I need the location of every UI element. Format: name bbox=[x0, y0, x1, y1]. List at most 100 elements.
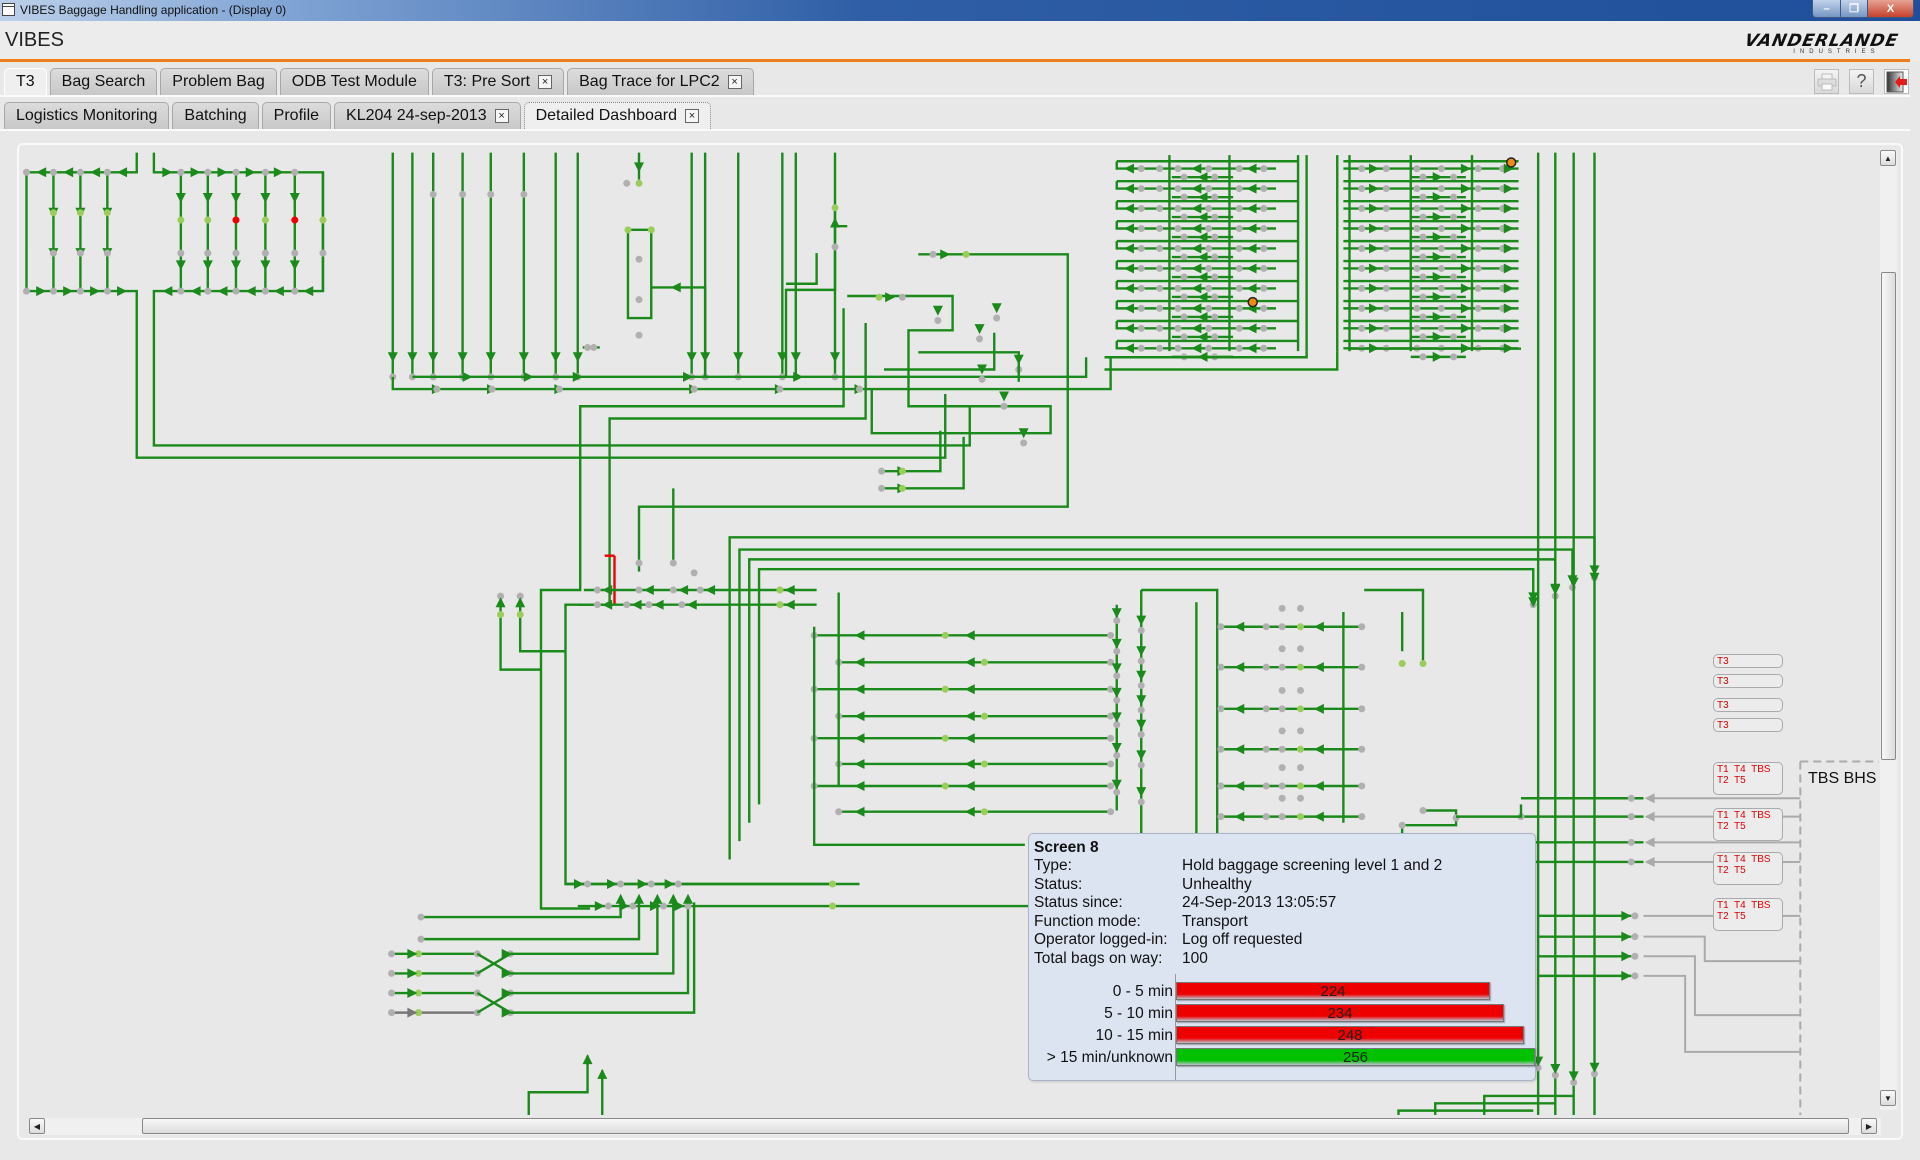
conveyor-node-idle[interactable] bbox=[1437, 205, 1445, 213]
conveyor-node-idle[interactable] bbox=[23, 287, 30, 295]
conveyor-node-idle[interactable] bbox=[1235, 205, 1243, 213]
conveyor-node-idle[interactable] bbox=[1174, 185, 1182, 193]
tab-detailed-dashboard[interactable]: Detailed Dashboard × bbox=[523, 102, 712, 129]
conveyor-node-idle[interactable] bbox=[1358, 205, 1366, 213]
conveyor-line[interactable] bbox=[1456, 804, 1523, 818]
conveyor-node-idle[interactable] bbox=[647, 880, 655, 888]
conveyor-node-idle[interactable] bbox=[1262, 705, 1270, 713]
conveyor-node-idle[interactable] bbox=[1211, 233, 1219, 241]
conveyor-node-idle[interactable] bbox=[1180, 313, 1188, 321]
conveyor-node-idle[interactable] bbox=[1235, 304, 1243, 312]
conveyor-node-idle[interactable] bbox=[1450, 353, 1458, 361]
conveyor-node-idle[interactable] bbox=[1297, 604, 1304, 612]
conveyor-node-idle[interactable] bbox=[177, 249, 185, 257]
conveyor-node-idle[interactable] bbox=[1235, 284, 1243, 292]
conveyor-node-idle[interactable] bbox=[488, 385, 496, 393]
conveyor-node-idle[interactable] bbox=[1260, 205, 1268, 213]
conveyor-node-idle[interactable] bbox=[1180, 333, 1188, 341]
conveyor-node-active[interactable] bbox=[177, 216, 185, 224]
conveyor-node-idle[interactable] bbox=[103, 168, 111, 176]
conveyor-node-idle[interactable] bbox=[1398, 821, 1406, 829]
conveyor-line[interactable] bbox=[25, 152, 947, 459]
tbs-link-line[interactable] bbox=[1643, 974, 1801, 1053]
conveyor-node-idle[interactable] bbox=[1382, 244, 1390, 252]
conveyor-node-idle[interactable] bbox=[635, 255, 643, 263]
conveyor-node-idle[interactable] bbox=[1137, 225, 1145, 233]
conveyor-node-idle[interactable] bbox=[623, 179, 631, 187]
conveyor-node-idle[interactable] bbox=[1474, 304, 1482, 312]
conveyor-node-idle[interactable] bbox=[1413, 205, 1421, 213]
conveyor-node-error[interactable] bbox=[232, 216, 240, 224]
conveyor-node-idle[interactable] bbox=[1137, 344, 1145, 352]
exit-button[interactable] bbox=[1884, 69, 1909, 94]
conveyor-line[interactable] bbox=[152, 152, 971, 447]
conveyor-node-idle[interactable] bbox=[934, 317, 942, 324]
conveyor-node-idle[interactable] bbox=[1450, 313, 1458, 321]
conveyor-node-idle[interactable] bbox=[669, 559, 677, 567]
tab-batching[interactable]: Batching bbox=[172, 102, 259, 129]
conveyor-node-idle[interactable] bbox=[1217, 623, 1225, 631]
conveyor-node-idle[interactable] bbox=[1156, 225, 1164, 233]
conveyor-node-idle[interactable] bbox=[1437, 244, 1445, 252]
conveyor-node-idle[interactable] bbox=[690, 385, 698, 393]
conveyor-node-idle[interactable] bbox=[1413, 324, 1421, 332]
conveyor-node-idle[interactable] bbox=[1419, 333, 1427, 341]
conveyor-node-idle[interactable] bbox=[1137, 244, 1145, 252]
conveyor-node-idle[interactable] bbox=[1382, 264, 1390, 272]
conveyor-node-idle[interactable] bbox=[623, 601, 631, 609]
conveyor-node-idle[interactable] bbox=[1278, 794, 1286, 802]
conveyor-node-idle[interactable] bbox=[23, 168, 30, 176]
conveyor-node-idle[interactable] bbox=[1474, 244, 1482, 252]
conveyor-node-idle[interactable] bbox=[1137, 185, 1145, 193]
conveyor-line[interactable] bbox=[784, 207, 837, 377]
conveyor-node-idle[interactable] bbox=[1278, 764, 1286, 772]
conveyor-node-active[interactable] bbox=[980, 658, 988, 666]
conveyor-node-idle[interactable] bbox=[593, 601, 601, 609]
conveyor-line[interactable] bbox=[391, 357, 1112, 391]
conveyor-line[interactable] bbox=[748, 558, 1557, 823]
conveyor-node-idle[interactable] bbox=[1474, 225, 1482, 233]
conveyor-node-alert[interactable] bbox=[1247, 296, 1258, 308]
conveyor-node-idle[interactable] bbox=[1358, 284, 1366, 292]
conveyor-node-idle[interactable] bbox=[1358, 304, 1366, 312]
conveyor-node-idle[interactable] bbox=[898, 293, 906, 301]
conveyor-node-idle[interactable] bbox=[1413, 185, 1421, 193]
conveyor-node-idle[interactable] bbox=[1217, 813, 1225, 821]
conveyor-node-idle[interactable] bbox=[1450, 293, 1458, 301]
conveyor-node-idle[interactable] bbox=[1174, 284, 1182, 292]
conveyor-node-idle[interactable] bbox=[993, 314, 1001, 322]
conveyor-node-idle[interactable] bbox=[1174, 244, 1182, 252]
conveyor-node-idle[interactable] bbox=[776, 385, 784, 393]
conveyor-node-idle[interactable] bbox=[1235, 324, 1243, 332]
conveyor-node-idle[interactable] bbox=[1297, 645, 1304, 653]
close-tab-icon[interactable]: × bbox=[685, 109, 700, 123]
conveyor-node-idle[interactable] bbox=[1452, 814, 1460, 822]
conveyor-node-idle[interactable] bbox=[1278, 813, 1286, 821]
conveyor-node-idle[interactable] bbox=[1205, 344, 1213, 352]
conveyor-node-idle[interactable] bbox=[1450, 253, 1458, 261]
conveyor-node-idle[interactable] bbox=[584, 343, 592, 351]
conveyor-node-active[interactable] bbox=[497, 611, 505, 618]
conveyor-node-idle[interactable] bbox=[1174, 225, 1182, 233]
conveyor-node-idle[interactable] bbox=[1137, 706, 1145, 714]
conveyor-node-idle[interactable] bbox=[1235, 225, 1243, 233]
conveyor-node-idle[interactable] bbox=[878, 467, 886, 475]
restore-button[interactable]: ❐ bbox=[1840, 0, 1867, 17]
conveyor-node-idle[interactable] bbox=[1174, 304, 1182, 312]
conveyor-node-idle[interactable] bbox=[696, 586, 704, 594]
conveyor-node-idle[interactable] bbox=[388, 1009, 396, 1017]
conveyor-node-active[interactable] bbox=[941, 685, 949, 693]
conveyor-node-idle[interactable] bbox=[1297, 794, 1304, 802]
conveyor-node-idle[interactable] bbox=[291, 287, 299, 295]
conveyor-node-active[interactable] bbox=[1419, 660, 1427, 667]
conveyor-node-idle[interactable] bbox=[1211, 253, 1219, 261]
conveyor-node-idle[interactable] bbox=[1419, 233, 1427, 241]
conveyor-node-idle[interactable] bbox=[1358, 244, 1366, 252]
conveyor-node-active[interactable] bbox=[776, 601, 784, 609]
conveyor-node-idle[interactable] bbox=[1217, 663, 1225, 671]
conveyor-node-active[interactable] bbox=[103, 209, 111, 217]
conveyor-node-idle[interactable] bbox=[433, 385, 441, 393]
conveyor-line[interactable] bbox=[527, 1055, 589, 1116]
conveyor-node-idle[interactable] bbox=[261, 168, 269, 176]
conveyor-line[interactable] bbox=[579, 308, 845, 564]
